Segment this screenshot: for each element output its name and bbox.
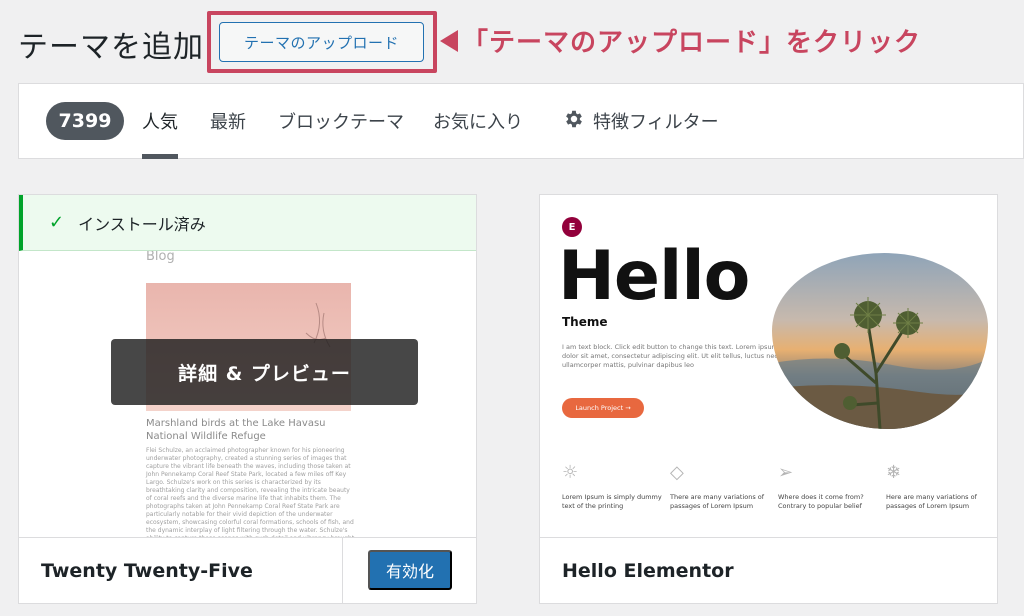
theme-card-footer: Twenty Twenty-Five 有効化 bbox=[19, 537, 476, 603]
footer-divider bbox=[342, 538, 343, 603]
theme-screenshot[interactable]: E Hello Theme I am text block. Click edi… bbox=[540, 195, 997, 539]
screenshot-subtitle: Theme bbox=[562, 315, 608, 329]
screenshot-thistle-image bbox=[772, 253, 988, 429]
tab-latest[interactable]: 最新 bbox=[210, 108, 246, 134]
theme-card-hello-elementor[interactable]: E Hello Theme I am text block. Click edi… bbox=[539, 194, 998, 604]
snowflake-icon: ❄ bbox=[886, 462, 902, 483]
screenshot-feature: ➢ Where does it come from? Contrary to p… bbox=[778, 463, 888, 511]
tab-block-themes[interactable]: ブロックテーマ bbox=[278, 108, 404, 134]
activate-button[interactable]: 有効化 bbox=[368, 550, 452, 590]
theme-name: Twenty Twenty-Five bbox=[41, 560, 253, 582]
feature-filter-link[interactable]: 特徴フィルター bbox=[593, 108, 719, 134]
details-preview-button[interactable]: 詳細 & プレビュー bbox=[111, 339, 418, 405]
callout-text: 「テーマのアップロード」をクリック bbox=[462, 28, 922, 58]
lightbulb-icon: ☼ bbox=[562, 462, 579, 483]
callout-arrow-icon bbox=[440, 30, 458, 52]
upload-theme-button[interactable]: テーマのアップロード bbox=[219, 22, 424, 62]
screenshot-feature: ◇ There are many variations of passages … bbox=[670, 463, 780, 511]
diamond-icon: ◇ bbox=[670, 462, 684, 483]
screenshot-feature: ☼ Lorem Ipsum is simply dummy text of th… bbox=[562, 463, 672, 511]
installed-label: インストール済み bbox=[78, 214, 206, 234]
active-tab-indicator bbox=[142, 154, 178, 159]
theme-card-twenty-twenty-five[interactable]: ✓ インストール済み Blog Marshland birds at the L… bbox=[18, 194, 477, 604]
screenshot-blog-label: Blog bbox=[146, 251, 175, 264]
paper-plane-icon: ➢ bbox=[778, 462, 794, 483]
screenshot-launch-button: Launch Project → bbox=[562, 398, 644, 418]
elementor-logo-icon: E bbox=[562, 217, 582, 237]
screenshot-body-text: Flei Schulze, an acclaimed photographer … bbox=[146, 447, 354, 539]
screenshot-caption: Marshland birds at the Lake Havasu Natio… bbox=[146, 418, 326, 442]
installed-notice: ✓ インストール済み bbox=[19, 195, 476, 251]
tab-popular[interactable]: 人気 bbox=[142, 108, 178, 134]
page-title: テーマを追加 bbox=[18, 30, 204, 65]
gear-icon[interactable] bbox=[563, 108, 585, 130]
screenshot-headline: Hello bbox=[558, 237, 750, 316]
theme-filter-bar: 7399 人気 最新 ブロックテーマ お気に入り 特徴フィルター bbox=[18, 83, 1024, 159]
checkmark-icon: ✓ bbox=[49, 212, 65, 233]
tab-favorites[interactable]: お気に入り bbox=[433, 108, 523, 134]
theme-name: Hello Elementor bbox=[562, 560, 734, 582]
theme-card-footer: Hello Elementor bbox=[540, 537, 997, 603]
theme-count-badge: 7399 bbox=[46, 102, 124, 140]
screenshot-lorem-text: I am text block. Click edit button to ch… bbox=[562, 343, 778, 369]
screenshot-feature: ❄ Here are many variations of passages o… bbox=[886, 463, 996, 511]
